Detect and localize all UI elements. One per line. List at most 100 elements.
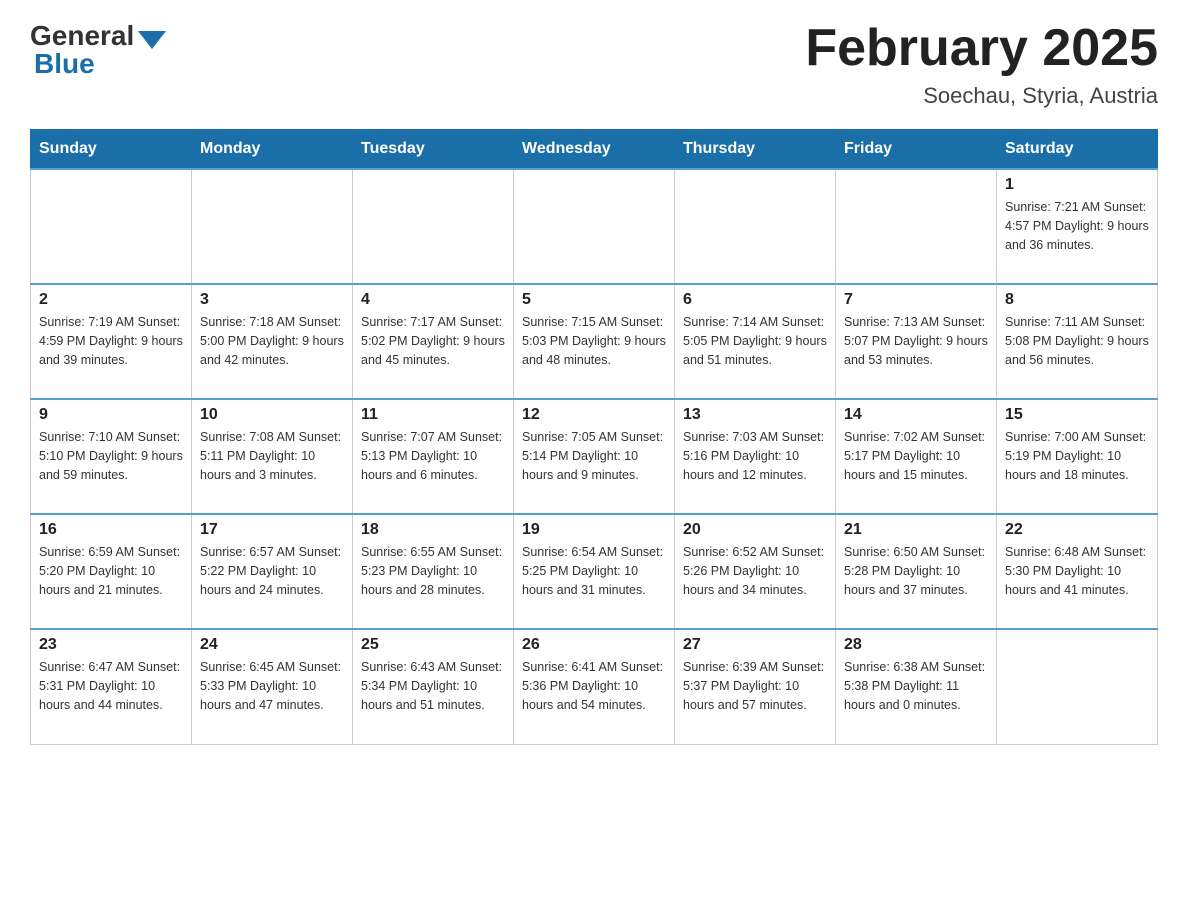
weekday-header-row: SundayMondayTuesdayWednesdayThursdayFrid… [31,130,1158,170]
calendar-cell: 4Sunrise: 7:17 AM Sunset: 5:02 PM Daylig… [353,284,514,399]
weekday-header-monday: Monday [192,130,353,170]
weekday-header-saturday: Saturday [997,130,1158,170]
day-number: 12 [522,406,666,424]
day-number: 20 [683,521,827,539]
day-number: 13 [683,406,827,424]
day-info: Sunrise: 7:19 AM Sunset: 4:59 PM Dayligh… [39,313,183,369]
calendar-cell: 17 Sunrise: 6:57 AM Sunset: 5:22 PM Dayli… [192,514,353,629]
title-section: February 2025 Soechau, Styria, Austria [805,20,1158,109]
day-number: 24 [200,636,344,654]
day-number: 2 [39,291,183,309]
calendar-cell: 6 Sunrise: 7:14 AM Sunset: 5:05 PM Daylig… [675,284,836,399]
day-info: Sunrise: 7:21 AM Sunset: 4:57 PM Dayligh… [1005,198,1149,254]
day-number: 4 [361,291,505,309]
calendar-cell: 11Sunrise: 7:07 AM Sunset: 5:13 PM Dayli… [353,399,514,514]
day-number: 6 [683,291,827,309]
day-info: Sunrise: 6:54 AM Sunset: 5:25 PM Dayligh… [522,543,666,599]
logo: General Blue [30,20,166,80]
day-info: Sunrise: 6:45 AM Sunset: 5:33 PM Dayligh… [200,658,344,714]
calendar-cell: 27Sunrise: 6:39 AM Sunset: 5:37 PM Dayli… [675,629,836,744]
day-info: Sunrise: 7:13 AM Sunset: 5:07 PM Dayligh… [844,313,988,369]
day-number: 10 [200,406,344,424]
week-row-2: 2 Sunrise: 7:19 AM Sunset: 4:59 PM Daylig… [31,284,1158,399]
logo-blue-text: Blue [34,48,95,80]
calendar-cell: 20 Sunrise: 6:52 AM Sunset: 5:26 PM Dayli… [675,514,836,629]
calendar-cell: 1 Sunrise: 7:21 AM Sunset: 4:57 PM Daylig… [997,169,1158,284]
calendar-cell: 14 Sunrise: 7:02 AM Sunset: 5:17 PM Dayli… [836,399,997,514]
day-number: 15 [1005,406,1149,424]
day-number: 18 [361,521,505,539]
day-number: 26 [522,636,666,654]
day-info: Sunrise: 6:57 AM Sunset: 5:22 PM Dayligh… [200,543,344,599]
week-row-4: 16 Sunrise: 6:59 AM Sunset: 5:20 PM Dayli… [31,514,1158,629]
calendar-cell: 23 Sunrise: 6:47 AM Sunset: 5:31 PM Dayli… [31,629,192,744]
calendar-cell [31,169,192,284]
calendar-cell: 13Sunrise: 7:03 AM Sunset: 5:16 PM Dayli… [675,399,836,514]
calendar-cell: 19 Sunrise: 6:54 AM Sunset: 5:25 PM Dayli… [514,514,675,629]
day-number: 19 [522,521,666,539]
day-number: 3 [200,291,344,309]
day-info: Sunrise: 6:59 AM Sunset: 5:20 PM Dayligh… [39,543,183,599]
day-info: Sunrise: 6:43 AM Sunset: 5:34 PM Dayligh… [361,658,505,714]
calendar-cell: 8Sunrise: 7:11 AM Sunset: 5:08 PM Daylig… [997,284,1158,399]
calendar-cell: 21 Sunrise: 6:50 AM Sunset: 5:28 PM Dayli… [836,514,997,629]
day-number: 17 [200,521,344,539]
day-number: 25 [361,636,505,654]
day-info: Sunrise: 7:18 AM Sunset: 5:00 PM Dayligh… [200,313,344,369]
location-subtitle: Soechau, Styria, Austria [805,83,1158,109]
day-info: Sunrise: 6:47 AM Sunset: 5:31 PM Dayligh… [39,658,183,714]
day-number: 9 [39,406,183,424]
logo-arrow-icon [138,31,166,49]
day-number: 21 [844,521,988,539]
calendar-cell: 22 Sunrise: 6:48 AM Sunset: 5:30 PM Dayli… [997,514,1158,629]
day-number: 23 [39,636,183,654]
day-info: Sunrise: 7:02 AM Sunset: 5:17 PM Dayligh… [844,428,988,484]
calendar-cell: 3 Sunrise: 7:18 AM Sunset: 5:00 PM Daylig… [192,284,353,399]
calendar-cell: 26 Sunrise: 6:41 AM Sunset: 5:36 PM Dayli… [514,629,675,744]
calendar-cell: 18 Sunrise: 6:55 AM Sunset: 5:23 PM Dayli… [353,514,514,629]
day-info: Sunrise: 6:38 AM Sunset: 5:38 PM Dayligh… [844,658,988,714]
calendar-cell: 15Sunrise: 7:00 AM Sunset: 5:19 PM Dayli… [997,399,1158,514]
day-number: 7 [844,291,988,309]
day-info: Sunrise: 7:14 AM Sunset: 5:05 PM Dayligh… [683,313,827,369]
day-number: 11 [361,406,505,424]
weekday-header-thursday: Thursday [675,130,836,170]
day-info: Sunrise: 6:48 AM Sunset: 5:30 PM Dayligh… [1005,543,1149,599]
day-info: Sunrise: 7:10 AM Sunset: 5:10 PM Dayligh… [39,428,183,484]
week-row-3: 9 Sunrise: 7:10 AM Sunset: 5:10 PM Daylig… [31,399,1158,514]
calendar-cell: 10 Sunrise: 7:08 AM Sunset: 5:11 PM Dayli… [192,399,353,514]
calendar-cell: 2 Sunrise: 7:19 AM Sunset: 4:59 PM Daylig… [31,284,192,399]
calendar-cell [997,629,1158,744]
calendar-cell: 25 Sunrise: 6:43 AM Sunset: 5:34 PM Dayli… [353,629,514,744]
calendar-cell: 12 Sunrise: 7:05 AM Sunset: 5:14 PM Dayli… [514,399,675,514]
day-number: 28 [844,636,988,654]
calendar-title: February 2025 [805,20,1158,77]
day-info: Sunrise: 6:39 AM Sunset: 5:37 PM Dayligh… [683,658,827,714]
page-header: General Blue February 2025 Soechau, Styr… [30,20,1158,109]
day-number: 14 [844,406,988,424]
day-info: Sunrise: 7:08 AM Sunset: 5:11 PM Dayligh… [200,428,344,484]
week-row-1: 1 Sunrise: 7:21 AM Sunset: 4:57 PM Daylig… [31,169,1158,284]
day-info: Sunrise: 7:11 AM Sunset: 5:08 PM Dayligh… [1005,313,1149,369]
day-info: Sunrise: 7:05 AM Sunset: 5:14 PM Dayligh… [522,428,666,484]
day-info: Sunrise: 6:52 AM Sunset: 5:26 PM Dayligh… [683,543,827,599]
calendar-cell [192,169,353,284]
calendar-cell: 5Sunrise: 7:15 AM Sunset: 5:03 PM Daylig… [514,284,675,399]
day-info: Sunrise: 6:50 AM Sunset: 5:28 PM Dayligh… [844,543,988,599]
day-number: 1 [1005,176,1149,194]
calendar-cell: 16 Sunrise: 6:59 AM Sunset: 5:20 PM Dayli… [31,514,192,629]
weekday-header-tuesday: Tuesday [353,130,514,170]
calendar-cell [675,169,836,284]
calendar-cell: 9 Sunrise: 7:10 AM Sunset: 5:10 PM Daylig… [31,399,192,514]
day-info: Sunrise: 6:55 AM Sunset: 5:23 PM Dayligh… [361,543,505,599]
day-info: Sunrise: 6:41 AM Sunset: 5:36 PM Dayligh… [522,658,666,714]
calendar-cell: 28 Sunrise: 6:38 AM Sunset: 5:38 PM Dayli… [836,629,997,744]
calendar-cell: 24 Sunrise: 6:45 AM Sunset: 5:33 PM Dayli… [192,629,353,744]
calendar-table: SundayMondayTuesdayWednesdayThursdayFrid… [30,129,1158,745]
day-number: 22 [1005,521,1149,539]
calendar-cell [353,169,514,284]
day-number: 16 [39,521,183,539]
week-row-5: 23 Sunrise: 6:47 AM Sunset: 5:31 PM Dayli… [31,629,1158,744]
day-info: Sunrise: 7:15 AM Sunset: 5:03 PM Dayligh… [522,313,666,369]
weekday-header-wednesday: Wednesday [514,130,675,170]
